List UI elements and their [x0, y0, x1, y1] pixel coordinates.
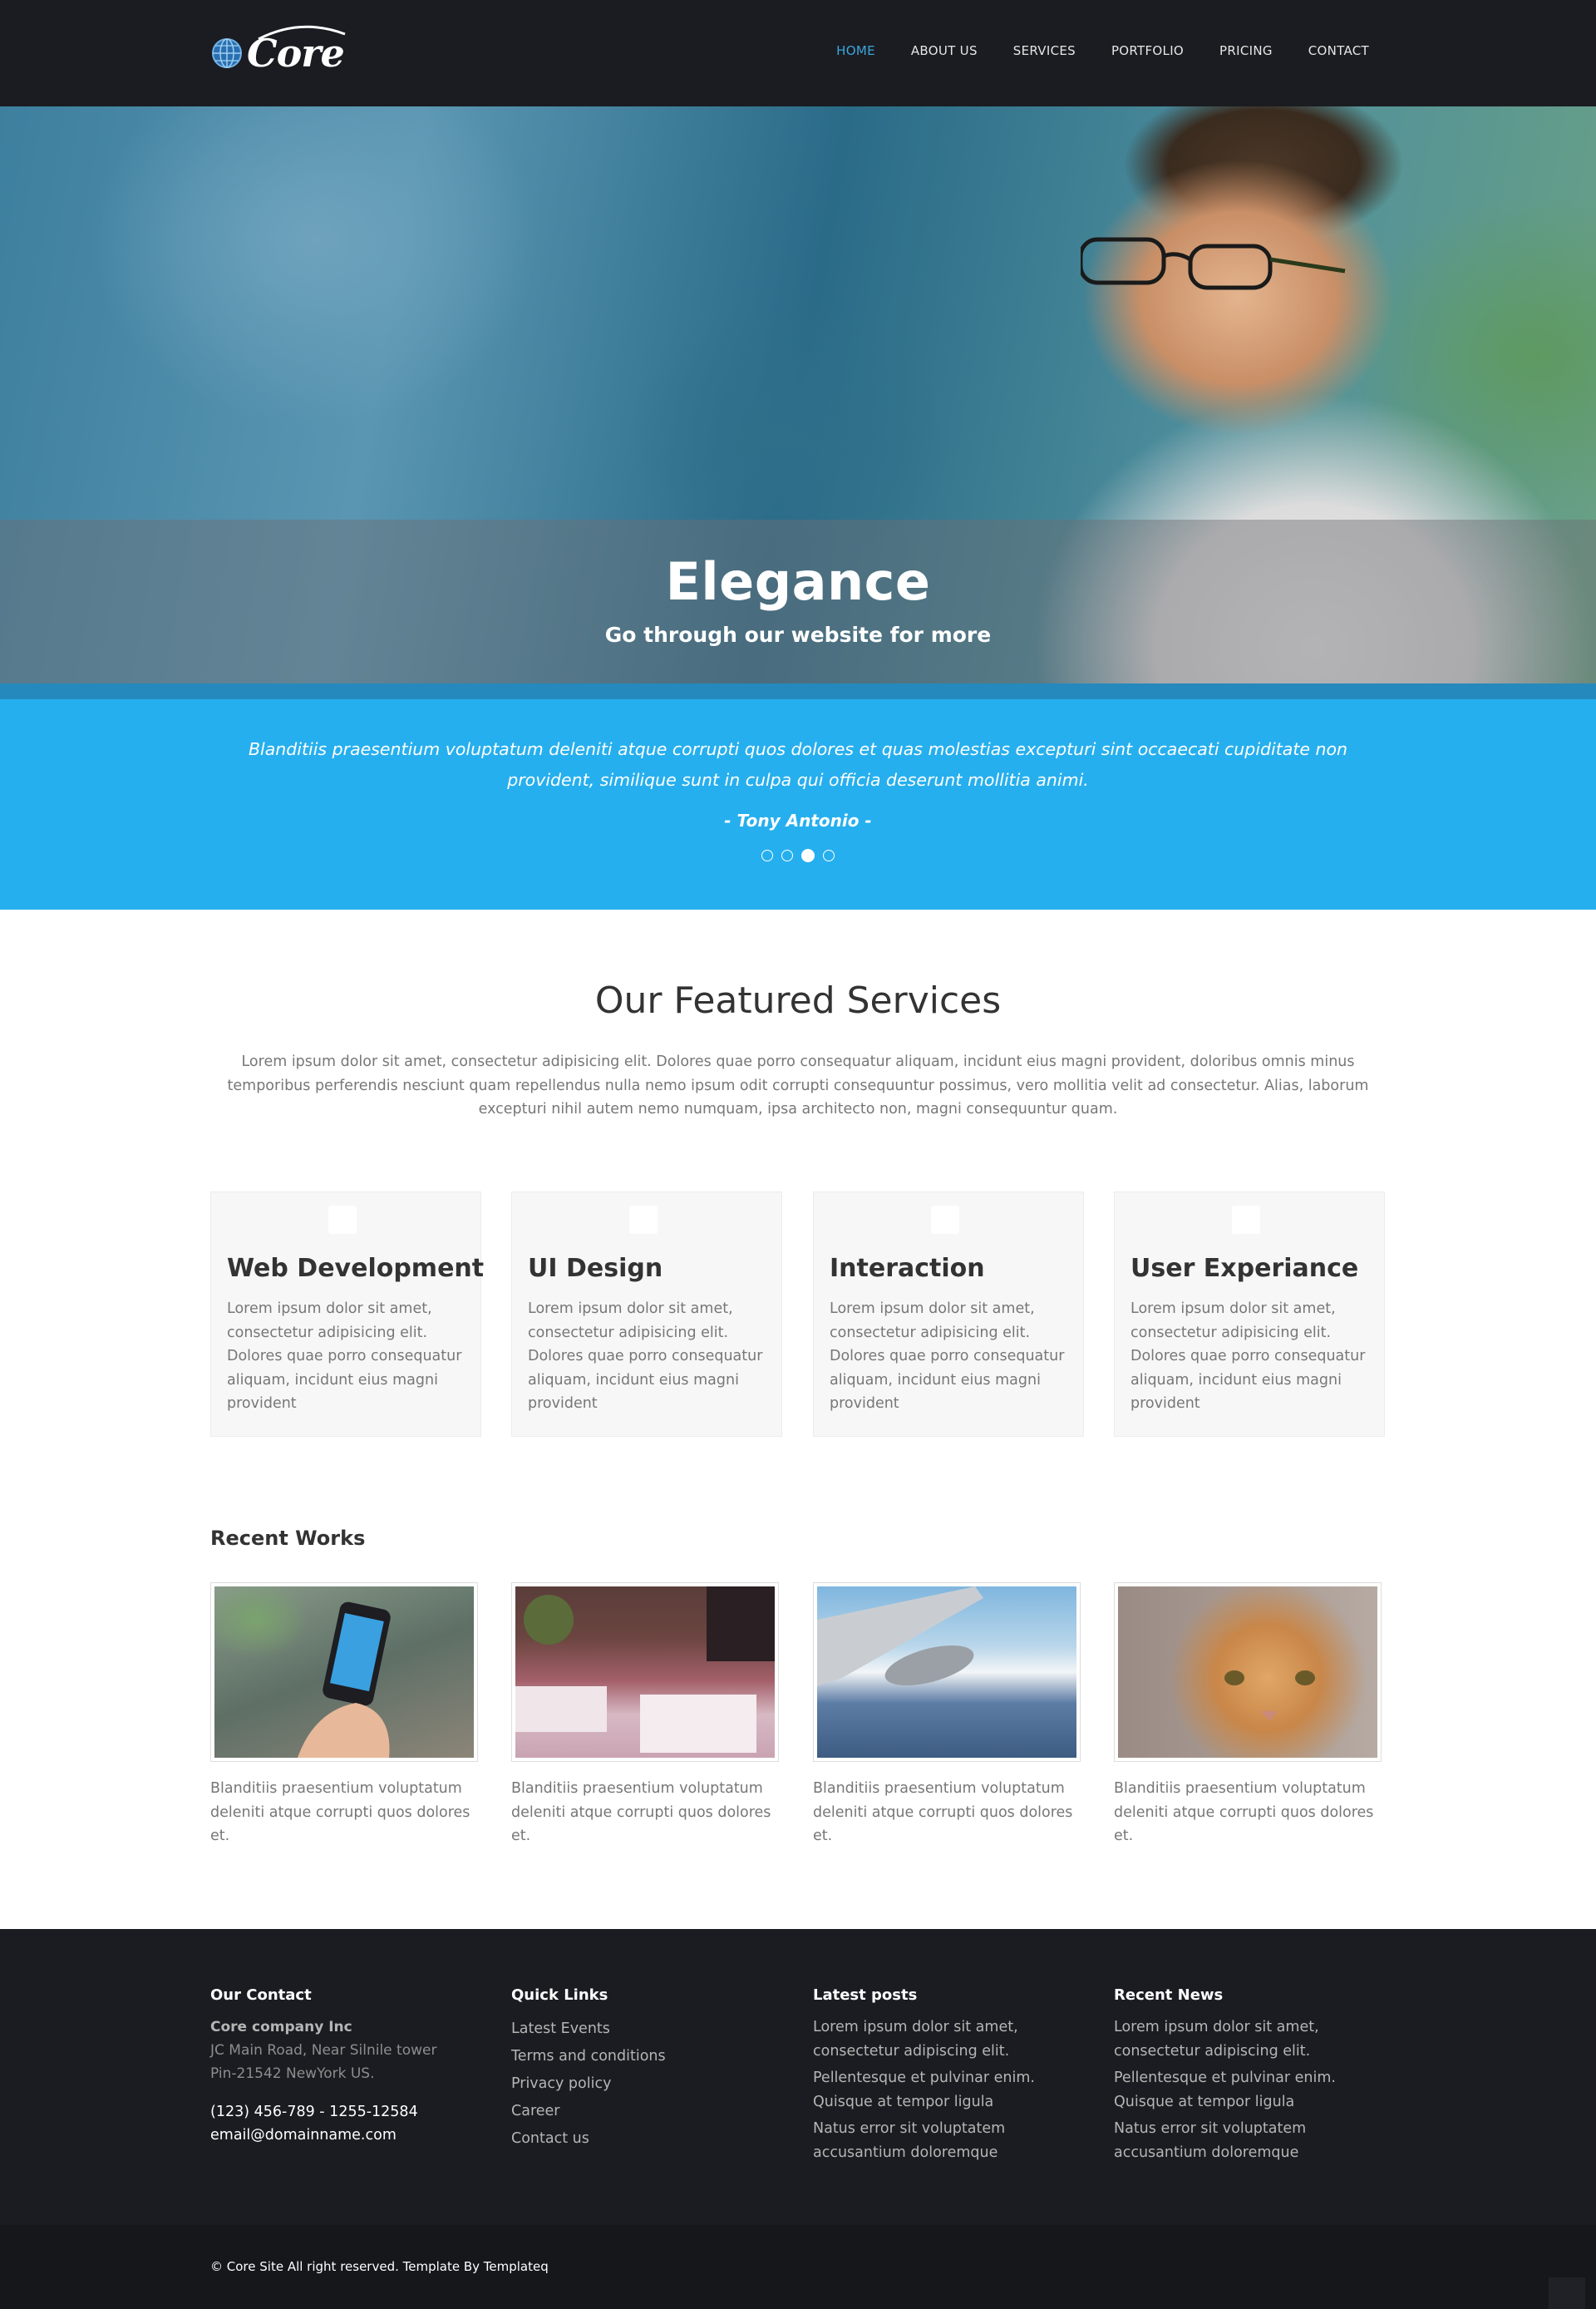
footer-heading: Recent News: [1114, 1986, 1224, 2004]
service-title: UI Design: [528, 1254, 663, 1283]
logo-text: Core: [247, 25, 346, 76]
pagination-dot-1[interactable]: [761, 850, 773, 861]
work-thumbnail[interactable]: [1114, 1582, 1382, 1762]
service-card-ui-design: UI Design Lorem ipsum dolor sit amet, co…: [511, 1192, 782, 1437]
recent-works-title: Recent Works: [210, 1527, 366, 1550]
footer-recent-news: Recent News Lorem ipsum dolor sit amet, …: [1114, 1986, 1388, 2168]
service-title: User Experiance: [1130, 1254, 1359, 1283]
nav-pricing[interactable]: PRICING: [1219, 43, 1273, 58]
globe-icon: [212, 38, 242, 68]
service-card-web-development: Web Development Lorem ipsum dolor sit am…: [210, 1192, 485, 1437]
work-caption: Blanditiis praesentium voluptatum deleni…: [813, 1780, 1073, 1844]
testimonial-quote: Blanditiis praesentium voluptatum deleni…: [248, 739, 1348, 790]
footer-address-line: Pin-21542 NewYork US.: [210, 2065, 375, 2082]
nav-about-us[interactable]: ABOUT US: [911, 43, 978, 58]
footer-news-link[interactable]: Natus error sit voluptatem accusantium d…: [1114, 2117, 1388, 2164]
footer-link-latest-events[interactable]: Latest Events: [511, 2015, 786, 2043]
service-card-user-experiance: User Experiance Lorem ipsum dolor sit am…: [1114, 1192, 1385, 1437]
footer-post-link[interactable]: Lorem ipsum dolor sit amet, consectetur …: [813, 2015, 1087, 2063]
logo[interactable]: Core: [210, 25, 346, 78]
work-caption: Blanditiis praesentium voluptatum deleni…: [210, 1780, 470, 1844]
cat-photo: [1118, 1586, 1377, 1758]
work-item[interactable]: Blanditiis praesentium voluptatum deleni…: [813, 1582, 1081, 1848]
footer-heading: Latest posts: [813, 1986, 918, 2004]
pagination-dot-4[interactable]: [823, 850, 835, 861]
hero-subtitle: Go through our website for more: [604, 623, 992, 647]
hero-title: Elegance: [665, 551, 931, 612]
footer-news-link[interactable]: Pellentesque et pulvinar enim. Quisque a…: [1114, 2066, 1388, 2114]
footer-post-link[interactable]: Pellentesque et pulvinar enim. Quisque a…: [813, 2066, 1087, 2114]
service-text: Lorem ipsum dolor sit amet, consectetur …: [528, 1300, 763, 1412]
services-title: Our Featured Services: [594, 979, 1002, 1022]
work-thumbnail[interactable]: [210, 1582, 478, 1762]
copyright-text: © Core Site All right reserved. Template…: [210, 2259, 549, 2274]
work-thumbnail[interactable]: [813, 1582, 1081, 1762]
phone-in-hand-photo: [214, 1586, 474, 1758]
footer-link-career[interactable]: Career: [511, 2098, 786, 2125]
pagination-dot-3[interactable]: [801, 849, 815, 862]
nav-portfolio[interactable]: PORTFOLIO: [1111, 43, 1184, 58]
footer-heading: Quick Links: [511, 1986, 608, 2004]
hero-bottom-strip: [0, 683, 1596, 699]
main-nav: HOME ABOUT US SERVICES PORTFOLIO PRICING…: [800, 43, 1369, 58]
work-thumbnail[interactable]: [511, 1582, 779, 1762]
nav-services[interactable]: SERVICES: [1013, 43, 1076, 58]
footer-post-link[interactable]: Natus error sit voluptatem accusantium d…: [813, 2117, 1087, 2164]
footer-link-contact-us[interactable]: Contact us: [511, 2125, 786, 2153]
cat-face-shape: [1224, 1670, 1315, 1721]
footer-heading: Our Contact: [210, 1986, 312, 2004]
service-text: Lorem ipsum dolor sit amet, consectetur …: [227, 1300, 462, 1412]
testimonial-author: - Tony Antonio -: [724, 811, 872, 831]
service-title: Web Development: [227, 1254, 485, 1283]
work-item[interactable]: Blanditiis praesentium voluptatum deleni…: [210, 1582, 478, 1848]
nav-contact[interactable]: CONTACT: [1308, 43, 1369, 58]
footer-news-link[interactable]: Lorem ipsum dolor sit amet, consectetur …: [1114, 2015, 1388, 2063]
work-caption: Blanditiis praesentium voluptatum deleni…: [511, 1780, 771, 1844]
service-text: Lorem ipsum dolor sit amet, consectetur …: [1130, 1300, 1366, 1412]
footer-company: Core company Inc: [210, 2019, 352, 2035]
service-card-interaction: Interaction Lorem ipsum dolor sit amet, …: [813, 1192, 1084, 1437]
testimonial: Blanditiis praesentium voluptatum deleni…: [0, 699, 1596, 910]
footer-email[interactable]: email@domainname.com: [210, 2124, 485, 2147]
work-item[interactable]: Blanditiis praesentium voluptatum deleni…: [1114, 1582, 1382, 1848]
copyright-bar: © Core Site All right reserved. Template…: [0, 2225, 1596, 2309]
logo-swoosh-icon: [258, 25, 346, 41]
work-item[interactable]: Blanditiis praesentium voluptatum deleni…: [511, 1582, 779, 1848]
phone-photo-shape: [298, 1601, 391, 1758]
footer-link-privacy[interactable]: Privacy policy: [511, 2070, 786, 2098]
footer-link-terms[interactable]: Terms and conditions: [511, 2043, 786, 2070]
footer-quick-links: Quick Links Latest Events Terms and cond…: [511, 1986, 786, 2153]
footer-phone: (123) 456-789 - 1255-12584: [210, 2104, 418, 2120]
nav-home[interactable]: HOME: [836, 43, 875, 58]
service-icon: [931, 1206, 959, 1234]
testimonial-pagination: [0, 849, 1596, 862]
service-text: Lorem ipsum dolor sit amet, consectetur …: [830, 1300, 1065, 1412]
cafe-tables-photo: [515, 1586, 775, 1758]
service-icon: [1232, 1206, 1260, 1234]
footer-latest-posts: Latest posts Lorem ipsum dolor sit amet,…: [813, 1986, 1087, 2168]
hero-slider: Elegance Go through our website for more: [0, 106, 1596, 683]
footer-contact: Our Contact Core company Inc JC Main Roa…: [210, 1986, 485, 2147]
pagination-dot-2[interactable]: [781, 850, 793, 861]
work-caption: Blanditiis praesentium voluptatum deleni…: [1114, 1780, 1374, 1844]
cafe-photo-shape: [515, 1586, 775, 1753]
navbar: Core HOME ABOUT US SERVICES PORTFOLIO PR…: [0, 0, 1596, 106]
service-icon: [629, 1206, 658, 1234]
airplane-wing-photo: [817, 1586, 1076, 1758]
scroll-to-top-button[interactable]: [1549, 2277, 1585, 2309]
plane-wing-shape: [817, 1586, 983, 1686]
service-icon: [328, 1206, 357, 1234]
footer-address-line: JC Main Road, Near Silnile tower: [210, 2042, 437, 2059]
footer: Our Contact Core company Inc JC Main Roa…: [0, 1929, 1596, 2225]
service-title: Interaction: [830, 1254, 985, 1283]
hero-person-glasses-shape: [1081, 237, 1346, 290]
hero-caption: Elegance Go through our website for more: [0, 520, 1596, 683]
services-description: Lorem ipsum dolor sit amet, consectetur …: [227, 1053, 1369, 1117]
